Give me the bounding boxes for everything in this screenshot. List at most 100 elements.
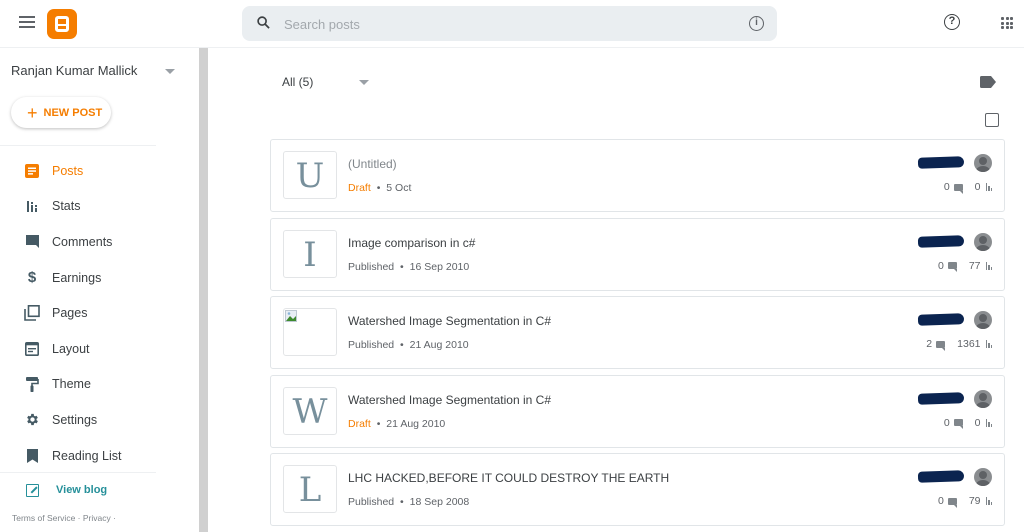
hamburger-icon[interactable]	[19, 16, 35, 30]
divider	[0, 145, 156, 146]
post-meta: Published • 21 Aug 2010	[348, 339, 469, 351]
view-blog-link[interactable]: View blog	[0, 480, 199, 500]
comment-count: 2	[926, 338, 933, 350]
post-date: 5 Oct	[386, 182, 412, 194]
pages-icon	[24, 305, 40, 321]
post-meta: Draft • 21 Aug 2010	[348, 418, 445, 430]
post-title[interactable]: Watershed Image Segmentation in C#	[348, 314, 551, 328]
info-icon[interactable]: i	[749, 16, 764, 31]
sidebar-item-comments[interactable]: Comments	[0, 224, 199, 260]
sidebar: Ranjan Kumar Mallick + NEW POST Posts St…	[0, 48, 199, 532]
post-date: 16 Sep 2010	[409, 260, 470, 273]
sidebar-item-reading-list[interactable]: Reading List	[0, 438, 199, 474]
blogger-logo[interactable]	[47, 9, 77, 39]
sidebar-item-layout[interactable]: Layout	[0, 331, 199, 367]
meta-separator: •	[400, 339, 404, 351]
author	[917, 232, 992, 251]
post-thumbnail: I	[283, 229, 337, 278]
view-count: 0	[974, 416, 981, 429]
search-bar: i	[242, 6, 777, 41]
comment-icon	[953, 419, 963, 429]
post-thumbnail: U	[283, 151, 337, 199]
post-row[interactable]: W Watershed Image Segmentation in C# Dra…	[270, 374, 1005, 448]
sidebar-item-pages[interactable]: Pages	[0, 295, 199, 331]
post-row[interactable]: L LHC HACKED,BEFORE IT COULD DESTROY THE…	[270, 453, 1005, 526]
sidebar-item-settings[interactable]: Settings	[0, 402, 199, 438]
post-date: 21 Aug 2010	[386, 417, 446, 430]
avatar	[974, 154, 992, 172]
meta-separator: •	[400, 260, 404, 273]
post-thumbnail: L	[283, 465, 337, 513]
comment-count: 0	[943, 416, 950, 429]
account-name[interactable]: Ranjan Kumar Mallick	[11, 63, 137, 78]
post-meta: Draft • 5 Oct	[348, 182, 411, 194]
apps-grid-icon[interactable]	[1001, 17, 1013, 29]
stats-icon	[985, 340, 992, 348]
post-title[interactable]: Watershed Image Segmentation in C#	[348, 393, 551, 407]
post-date: 18 Sep 2008	[409, 496, 470, 508]
posts-main: All (5) U (Untitled) Draft • 5 Oct 0 0 I…	[208, 48, 1024, 532]
meta-separator: •	[376, 182, 381, 194]
comment-icon	[947, 262, 957, 272]
search-input[interactable]	[284, 14, 724, 34]
chevron-down-icon[interactable]	[359, 80, 369, 85]
chevron-down-icon[interactable]	[165, 69, 175, 74]
broken-image-icon	[285, 310, 297, 322]
select-all-checkbox[interactable]	[985, 113, 999, 127]
post-row[interactable]: Watershed Image Segmentation in C# Publi…	[270, 296, 1005, 369]
post-title[interactable]: (Untitled)	[348, 157, 397, 171]
comment-icon	[953, 183, 963, 194]
view-count: 77	[968, 259, 981, 272]
avatar	[974, 389, 992, 408]
post-stats: 0 0	[944, 417, 992, 429]
post-title[interactable]: LHC HACKED,BEFORE IT COULD DESTROY THE E…	[348, 471, 669, 485]
dollar-icon: $	[27, 269, 37, 287]
footer-links: Terms of Service · Privacy ·	[12, 513, 116, 523]
stats-icon	[24, 198, 40, 214]
redacted-author-name	[917, 156, 965, 169]
search-icon[interactable]	[257, 16, 270, 29]
top-bar: i ?	[0, 0, 1024, 48]
post-row[interactable]: U (Untitled) Draft • 5 Oct 0 0	[270, 139, 1005, 212]
new-post-button[interactable]: + NEW POST	[11, 97, 111, 128]
sidebar-item-stats[interactable]: Stats	[0, 189, 199, 225]
post-row[interactable]: I Image comparison in c# Published • 16 …	[270, 217, 1005, 291]
sidebar-item-posts[interactable]: Posts	[0, 153, 199, 189]
post-stats: 0 77	[938, 260, 992, 272]
avatar	[974, 311, 992, 329]
stats-icon	[985, 183, 992, 191]
post-stats: 2 1361	[926, 338, 992, 351]
post-status: Draft	[348, 182, 371, 194]
author	[917, 311, 992, 329]
gear-icon	[24, 412, 40, 428]
author	[917, 154, 992, 172]
terms-link[interactable]: Terms of Service	[12, 513, 75, 523]
paint-roller-icon	[24, 376, 40, 392]
redacted-author-name	[917, 313, 965, 326]
post-stats: 0 79	[937, 495, 992, 508]
redacted-author-name	[917, 391, 965, 405]
external-link-icon	[26, 483, 39, 497]
plus-icon: +	[27, 102, 38, 123]
layout-icon	[24, 341, 40, 357]
label-tag-icon[interactable]	[980, 76, 996, 88]
avatar	[974, 468, 992, 486]
comment-count: 0	[937, 495, 944, 507]
redacted-author-name	[917, 470, 965, 483]
post-filter-dropdown[interactable]: All (5)	[282, 75, 313, 89]
sidebar-item-earnings[interactable]: $ Earnings	[0, 260, 199, 296]
post-meta: Published • 16 Sep 2010	[348, 261, 469, 273]
sidebar-item-theme[interactable]: Theme	[0, 367, 199, 403]
author	[917, 389, 992, 408]
broken-image-thumbnail	[283, 308, 337, 356]
privacy-link[interactable]: Privacy	[83, 513, 111, 523]
post-status: Published	[348, 339, 395, 351]
comment-icon	[947, 497, 957, 508]
sidebar-scrollbar[interactable]	[199, 48, 208, 532]
new-post-label: NEW POST	[43, 106, 103, 119]
divider	[0, 472, 156, 473]
post-title[interactable]: Image comparison in c#	[348, 236, 475, 250]
comment-count: 0	[937, 259, 944, 272]
sidebar-nav: Posts Stats Comments $ Earnings Pages La…	[0, 153, 199, 473]
help-icon[interactable]: ?	[944, 14, 960, 30]
